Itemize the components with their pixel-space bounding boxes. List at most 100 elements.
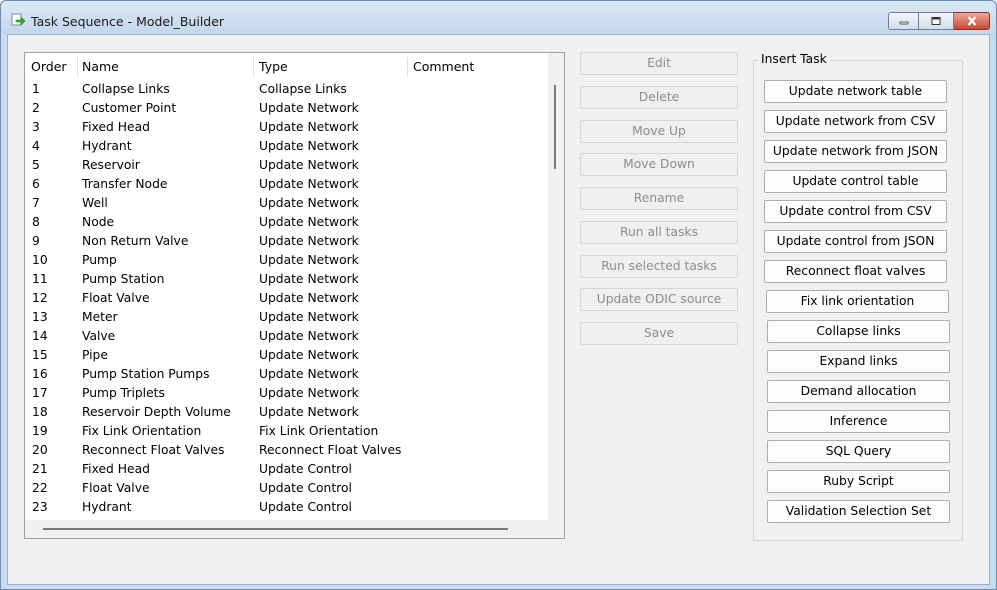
table-row[interactable]: 23 Hydrant Update Control <box>25 498 548 517</box>
row-order: 13 <box>32 310 48 324</box>
minimize-icon <box>899 21 908 25</box>
table-row[interactable]: 2 Customer Point Update Network <box>25 99 548 118</box>
inference-button[interactable]: Inference <box>767 410 950 433</box>
update-control-from-csv-button[interactable]: Update control from CSV <box>764 200 947 223</box>
maximize-button[interactable] <box>919 12 954 30</box>
expand-links-button[interactable]: Expand links <box>767 350 950 373</box>
table-row[interactable]: 17 Pump Triplets Update Network <box>25 384 548 403</box>
row-name: Pump Triplets <box>82 386 165 400</box>
row-order: 3 <box>32 120 40 134</box>
table-row[interactable]: 11 Pump Station Update Network <box>25 270 548 289</box>
row-type: Update Network <box>259 234 359 248</box>
column-header-order[interactable]: Order <box>25 53 78 80</box>
row-name: Pump <box>82 253 117 267</box>
row-name: Pump Station Pumps <box>82 367 210 381</box>
rename-button[interactable]: Rename <box>580 187 738 210</box>
row-name: Float Valve <box>82 481 150 495</box>
update-control-from-json-button[interactable]: Update control from JSON <box>764 230 947 253</box>
column-header-comment[interactable]: Comment <box>407 53 548 80</box>
close-button[interactable] <box>954 12 990 30</box>
move-down-button[interactable]: Move Down <box>580 153 738 176</box>
row-type: Update Network <box>259 120 359 134</box>
row-type: Update Network <box>259 101 359 115</box>
row-type: Update Network <box>259 196 359 210</box>
table-row[interactable]: 15 Pipe Update Network <box>25 346 548 365</box>
vertical-scrollbar[interactable] <box>548 53 564 520</box>
validation-selection-set-button[interactable]: Validation Selection Set <box>767 500 950 523</box>
column-header-name[interactable]: Name <box>76 53 253 80</box>
collapse-links-button[interactable]: Collapse links <box>767 320 950 343</box>
edit-button[interactable]: Edit <box>580 52 738 75</box>
table-row[interactable]: 1 Collapse Links Collapse Links <box>25 80 548 99</box>
row-type: Update Network <box>259 291 359 305</box>
column-header-type[interactable]: Type <box>253 53 407 80</box>
insert-task-label: Insert Task <box>758 52 830 66</box>
vertical-scroll-thumb[interactable] <box>554 85 556 169</box>
run-all-tasks-button[interactable]: Run all tasks <box>580 221 738 244</box>
row-name: Pump Station <box>82 272 165 286</box>
row-order: 9 <box>32 234 40 248</box>
row-order: 23 <box>32 500 48 514</box>
table-row[interactable]: 7 Well Update Network <box>25 194 548 213</box>
row-type: Reconnect Float Valves <box>259 443 402 457</box>
row-order: 2 <box>32 101 40 115</box>
delete-button[interactable]: Delete <box>580 86 738 109</box>
row-type: Update Network <box>259 272 359 286</box>
row-order: 11 <box>32 272 48 286</box>
row-type: Update Control <box>259 462 352 476</box>
update-network-from-csv-button[interactable]: Update network from CSV <box>764 110 947 133</box>
table-row[interactable]: 12 Float Valve Update Network <box>25 289 548 308</box>
row-type: Update Network <box>259 405 359 419</box>
horizontal-scroll-thumb[interactable] <box>43 528 508 530</box>
window-title: Task Sequence - Model_Builder <box>31 14 225 29</box>
row-order: 19 <box>32 424 48 438</box>
update-odic-source-button[interactable]: Update ODIC source <box>580 288 738 311</box>
row-order: 22 <box>32 481 48 495</box>
title-bar[interactable]: Task Sequence - Model_Builder <box>1 1 996 35</box>
table-row[interactable]: 19 Fix Link Orientation Fix Link Orientati… <box>25 422 548 441</box>
row-order: 17 <box>32 386 48 400</box>
task-sequence-icon <box>11 13 25 26</box>
row-type: Update Network <box>259 177 359 191</box>
minimize-button[interactable] <box>888 12 919 30</box>
row-name: Transfer Node <box>82 177 168 191</box>
row-order: 4 <box>32 139 40 153</box>
horizontal-scrollbar[interactable] <box>25 520 564 538</box>
table-row[interactable]: 10 Pump Update Network <box>25 251 548 270</box>
table-row[interactable]: 16 Pump Station Pumps Update Network <box>25 365 548 384</box>
table-row[interactable]: 5 Reservoir Update Network <box>25 156 548 175</box>
table-row[interactable]: 3 Fixed Head Update Network <box>25 118 548 137</box>
update-network-table-button[interactable]: Update network table <box>764 80 947 103</box>
task-list[interactable]: Order Name Type Comment 1 Collapse Links C… <box>24 52 565 539</box>
row-order: 16 <box>32 367 48 381</box>
sql-query-button[interactable]: SQL Query <box>767 440 950 463</box>
save-button[interactable]: Save <box>580 322 738 345</box>
update-control-table-button[interactable]: Update control table <box>764 170 947 193</box>
ruby-script-button[interactable]: Ruby Script <box>767 470 950 493</box>
move-up-button[interactable]: Move Up <box>580 120 738 143</box>
table-row[interactable]: 14 Valve Update Network <box>25 327 548 346</box>
table-row[interactable]: 18 Reservoir Depth Volume Update Network <box>25 403 548 422</box>
table-row[interactable]: 20 Reconnect Float Valves Reconnect Float … <box>25 441 548 460</box>
table-row[interactable]: 13 Meter Update Network <box>25 308 548 327</box>
table-row[interactable]: 4 Hydrant Update Network <box>25 137 548 156</box>
row-order: 7 <box>32 196 40 210</box>
row-order: 20 <box>32 443 48 457</box>
table-row[interactable]: 8 Node Update Network <box>25 213 548 232</box>
row-name: Fixed Head <box>82 462 150 476</box>
fix-link-orientation-button[interactable]: Fix link orientation <box>766 290 949 313</box>
table-row[interactable]: 6 Transfer Node Update Network <box>25 175 548 194</box>
table-row[interactable]: 21 Fixed Head Update Control <box>25 460 548 479</box>
row-type: Update Network <box>259 310 359 324</box>
run-selected-tasks-button[interactable]: Run selected tasks <box>580 255 738 278</box>
table-row[interactable]: 22 Float Valve Update Control <box>25 479 548 498</box>
update-network-from-json-button[interactable]: Update network from JSON <box>764 140 947 163</box>
row-order: 21 <box>32 462 48 476</box>
row-type: Update Network <box>259 348 359 362</box>
table-row[interactable]: 9 Non Return Valve Update Network <box>25 232 548 251</box>
reconnect-float-valves-button[interactable]: Reconnect float valves <box>764 260 947 283</box>
row-type: Update Control <box>259 481 352 495</box>
row-name: Hydrant <box>82 139 132 153</box>
demand-allocation-button[interactable]: Demand allocation <box>767 380 950 403</box>
task-rows: 1 Collapse Links Collapse Links 2 Customer P… <box>25 80 548 517</box>
